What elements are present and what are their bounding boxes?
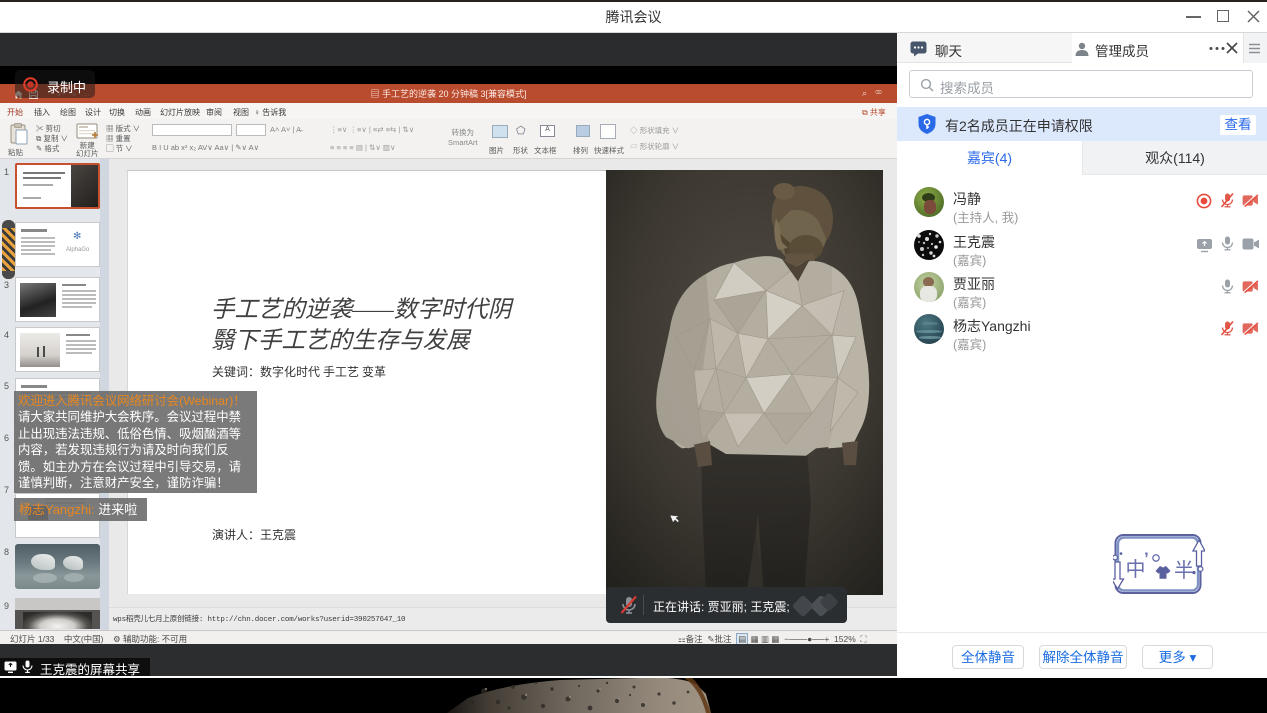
- svg-text:中: 中: [1126, 558, 1146, 581]
- svg-text:半: 半: [1174, 559, 1194, 582]
- svg-text:’: ’: [1144, 549, 1149, 568]
